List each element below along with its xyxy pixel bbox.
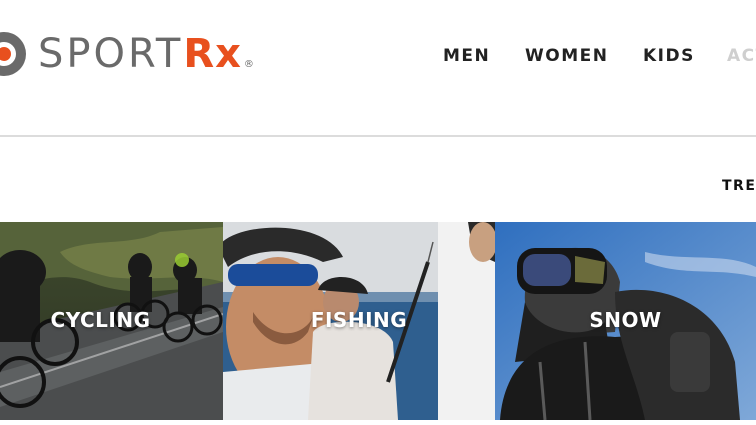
nav-item-kids[interactable]: KIDS: [643, 46, 695, 66]
nav-item-men[interactable]: MEN: [443, 46, 490, 66]
tile-cycling-label: CYCLING: [50, 308, 151, 332]
activity-tiles: CYCLING FISHING SNOW: [0, 222, 756, 420]
trending-heading: TRE: [722, 178, 756, 194]
tile-snow[interactable]: SNOW: [495, 222, 756, 420]
main-nav: MEN WOMEN KIDS ACT: [0, 46, 756, 68]
tile-snow-label: SNOW: [589, 308, 662, 332]
page: SPORT Rx ® MEN WOMEN KIDS ACT TRE: [0, 0, 756, 425]
tile-fishing[interactable]: FISHING: [223, 222, 495, 420]
nav-item-active[interactable]: ACT: [727, 46, 756, 66]
tile-cycling[interactable]: CYCLING: [0, 222, 223, 420]
nav-item-women[interactable]: WOMEN: [525, 46, 608, 66]
site-header: SPORT Rx ® MEN WOMEN KIDS ACT: [0, 0, 756, 137]
tile-fishing-label: FISHING: [310, 308, 408, 332]
